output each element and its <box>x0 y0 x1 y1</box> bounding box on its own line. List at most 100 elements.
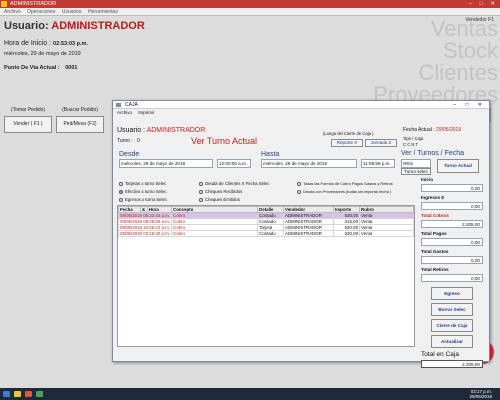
radio-cheques-recibidos-label: Cheques Recibidos <box>205 189 243 194</box>
caja-window-controls[interactable]: – □ ✕ <box>453 101 486 109</box>
turno-number-value: 0001 <box>403 161 414 166</box>
tipo-caja-options[interactable]: C C N T <box>403 142 418 147</box>
caja-window-icon <box>116 103 121 107</box>
app-titlebar: ADMINISTRADOR – □ ✕ <box>0 0 500 8</box>
caja-turno-value: 0 <box>137 138 140 144</box>
menu-operaciones[interactable]: Operaciones <box>27 9 55 15</box>
watermark-stock: Stock <box>442 38 498 63</box>
taskbar-clock[interactable]: 03:17 p.m. 29/05/2019 <box>469 389 492 399</box>
caja-usuario-name: ADMINISTRADOR <box>146 127 206 134</box>
table-row[interactable]: 29/05/2019 03:16:30 p.m. Cobro Contado A… <box>118 230 414 237</box>
cell-fecha-hora: 29/05/2019 03:16:30 p.m. <box>118 230 173 237</box>
desde-time-picker[interactable]: 12:00:00 a.m. <box>217 159 251 168</box>
radio-egresos[interactable]: Egresos x turno Selec <box>119 197 167 202</box>
table-row[interactable]: 08/05/2019 09:26:55 a.m. Cobro Contado A… <box>118 218 414 225</box>
turno-actual-button[interactable]: Turno Actual <box>437 159 479 173</box>
total-pagos-value: 0,00 <box>421 238 483 246</box>
hasta-time-picker[interactable]: 11:59:59 p.m. <box>361 159 395 168</box>
menubar: Archivo Operaciones Usuarios Herramienta… <box>0 8 500 16</box>
caja-menu-archivo[interactable]: Archivo <box>117 110 132 115</box>
folder-icon[interactable] <box>14 391 21 397</box>
hora-inicio: Hora de Inicio : 02:53:03 p.m. <box>4 40 88 47</box>
total-gastos-label: Total Gastos <box>421 249 449 254</box>
caja-menu-imprimir[interactable]: Imprimir <box>138 110 154 115</box>
radio-deuda-proveedores[interactable]: Deuda con Proveedores (todas sin importa… <box>297 189 391 194</box>
browser-icon[interactable] <box>25 391 32 397</box>
radio-deuda-clientes[interactable]: Deuda de Clientes X Fecha Selec <box>199 181 270 186</box>
desde-date-value: miércoles, 29 de mayo de 2019 <box>121 161 186 166</box>
current-date: miércoles, 29 de mayo de 2019 <box>4 51 81 57</box>
app-icon-taskbar[interactable] <box>36 391 43 397</box>
cell-importe: 630,00 <box>333 230 361 237</box>
radio-efectivo[interactable]: Efectivo x turno Selec <box>119 189 167 194</box>
caja-titlebar: CAJA – □ ✕ <box>113 101 489 109</box>
taskbar: 03:17 p.m. 29/05/2019 <box>0 388 500 400</box>
egreso-button[interactable]: Egreso <box>431 287 473 300</box>
ingresos-value: 0,00 <box>421 202 483 210</box>
cell-vendedor: ADMINISTRADOR <box>283 230 335 237</box>
radio-tarjetas-label: Tarjetas x turno Selec <box>125 181 167 186</box>
watermark-ventas: Ventas <box>430 16 498 41</box>
turno-selec-button[interactable]: Turno selec <box>401 168 431 175</box>
app-icon <box>1 1 7 7</box>
hasta-date-value: miércoles, 29 de mayo de 2019 <box>263 161 328 166</box>
hora-inicio-value: 02:53:03 p.m. <box>53 41 88 47</box>
fecha-actual-value: 29/05/2019 <box>436 127 462 133</box>
cell-concepto: Cobro <box>171 230 259 237</box>
table-row[interactable]: 08/05/2019 05:22:44 a.m. Cobro Contado A… <box>118 212 414 219</box>
radio-deuda-proveedores-dot <box>297 189 301 194</box>
radio-egresos-dot <box>119 197 123 202</box>
menu-herramientas[interactable]: Herramientas <box>88 9 118 15</box>
radio-cheques-recibidos[interactable]: Cheques Recibidos <box>199 189 242 194</box>
pedido-mesa-button[interactable]: Ped/Mesa (F2) <box>56 116 104 133</box>
hasta-label: Hasta <box>261 151 280 158</box>
radio-todas-formas[interactable]: Todas las Formas de Cobro Pagos Gastos y… <box>297 181 393 186</box>
punto-venta-label: Punto De Vta Actual : <box>4 65 60 71</box>
total-cobros-label: Total Cobros <box>421 213 449 218</box>
ver-turno-actual-title: Ver Turno Actual <box>191 136 258 146</box>
vender-button[interactable]: Vender ( F1 ) <box>4 116 52 133</box>
cell-fecha-hora: 08/05/2019 05:22:44 a.m. <box>118 212 173 219</box>
background-watermark: Ventas Stock Clientes Proveedores <box>358 18 498 106</box>
radio-cheques-emitidos-dot <box>199 197 203 202</box>
radio-efectivo-dot <box>119 189 123 194</box>
caja-menubar: Archivo Imprimir <box>113 109 489 116</box>
radio-efectivo-label: Efectivo x turno Selec <box>125 189 167 194</box>
radio-tarjetas-dot <box>119 181 123 186</box>
actualizar-button[interactable]: Actualizar <box>431 335 473 348</box>
desde-date-picker[interactable]: miércoles, 29 de mayo de 2019 <box>119 159 213 168</box>
table-row[interactable]: 08/05/2019 10:06:10 a.m. Cobro Tarjeta A… <box>118 224 414 231</box>
radio-deuda-clientes-label: Deuda de Clientes X Fecha Selec <box>205 181 270 186</box>
total-gastos-value: 0,00 <box>421 256 483 264</box>
radio-cheques-recibidos-dot <box>199 189 203 194</box>
movements-table[interactable]: Fecha & Hora Concepto Detalle Vendedor I… <box>117 205 415 347</box>
start-icon[interactable] <box>3 391 10 397</box>
jornada-z-button[interactable]: Jornada Z <box>365 139 397 147</box>
cell-detalle: Contado <box>257 230 285 237</box>
desde-time-value: 12:00:00 a.m. <box>219 161 248 166</box>
hasta-time-value: 11:59:59 p.m. <box>363 161 391 166</box>
total-cobros-value: 2.205,00 <box>421 220 483 228</box>
app-title: ADMINISTRADOR <box>10 1 57 7</box>
caja-turno: Turno : 0 <box>117 138 140 144</box>
total-retiros-label: Total Retiros <box>421 267 449 272</box>
cell-fecha-hora: 08/05/2019 10:06:10 a.m. <box>118 224 173 231</box>
menu-usuarios[interactable]: Usuarios <box>62 9 82 15</box>
punto-venta: Punto De Vta Actual : 0001 <box>4 65 78 71</box>
user-label: Usuario: <box>4 20 49 32</box>
radio-tarjetas[interactable]: Tarjetas x turno Selec <box>119 181 166 186</box>
window-controls[interactable]: – □ ✕ <box>469 0 498 8</box>
user-header: Usuario: ADMINISTRADOR <box>4 20 145 32</box>
tipo-caja-label: Tipo / Caja <box>403 136 424 141</box>
fecha-actual: Fecha Actual : 29/05/2019 <box>403 127 461 133</box>
user-name: ADMINISTRADOR <box>51 20 145 32</box>
radio-cheques-emitidos[interactable]: Cheques Emitidos <box>199 197 240 202</box>
radio-deuda-proveedores-label: Deuda con Proveedores (todas sin importa… <box>303 189 392 194</box>
hasta-date-picker[interactable]: miércoles, 29 de mayo de 2019 <box>261 159 357 168</box>
reporte-x-button[interactable]: Reporte X <box>331 139 363 147</box>
cierre-caja-button[interactable]: Cierre de Caja <box>431 319 473 332</box>
borrar-selec-button[interactable]: Borrar Selec <box>431 303 473 316</box>
turno-number-input[interactable]: 0001 <box>401 159 431 168</box>
watermark-clientes: Clientes <box>418 60 498 85</box>
menu-archivo[interactable]: Archivo <box>4 9 21 15</box>
